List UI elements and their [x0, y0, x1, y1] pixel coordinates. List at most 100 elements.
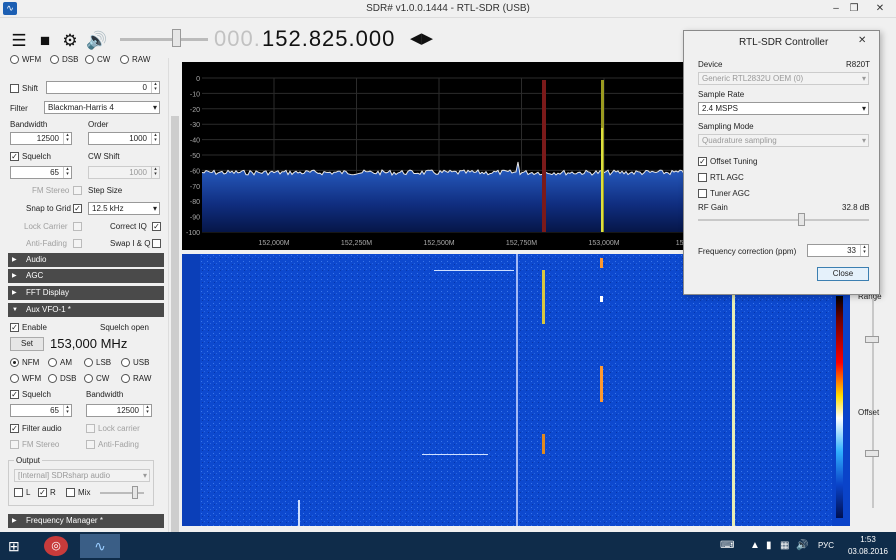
aux-mode-cw-radio[interactable]	[84, 374, 93, 383]
range-slider-track[interactable]	[872, 298, 874, 508]
rtl-agc-checkbox[interactable]	[698, 173, 707, 182]
minimize-icon[interactable]: –	[826, 2, 846, 16]
step-size-select[interactable]: 12.5 kHz	[88, 202, 160, 215]
section-frequency-manager[interactable]: Frequency Manager *	[8, 514, 164, 528]
aux-fm-stereo-checkbox[interactable]	[10, 440, 19, 449]
aux-frequency: 153,000 MHz	[50, 336, 128, 351]
left-panel-scrollbar-thumb[interactable]	[171, 116, 179, 556]
mode-raw-label: RAW	[132, 55, 151, 64]
section-agc[interactable]: AGC	[8, 269, 164, 283]
sample-rate-select[interactable]: 2.4 MSPS	[698, 102, 869, 115]
speaker-icon[interactable]: 🔊	[86, 32, 107, 50]
lock-carrier-checkbox[interactable]	[73, 222, 82, 231]
output-l-checkbox[interactable]	[14, 488, 23, 497]
restore-icon[interactable]: ❐	[844, 2, 864, 16]
waterfall-burst	[434, 270, 514, 271]
cw-shift-input[interactable]: 1000 ▴ ▾	[88, 166, 160, 179]
aux-set-button[interactable]: Set	[10, 337, 44, 351]
order-label: Order	[88, 120, 109, 129]
spectrum-y-tick-label: -60	[190, 168, 200, 175]
gear-icon[interactable]: ⚙	[61, 32, 79, 50]
swap-iq-checkbox[interactable]	[152, 239, 161, 248]
left-panel: WFM DSB CW RAW Shift 0 ▴ ▾ Filter Blackman…	[0, 55, 168, 532]
anti-fading-checkbox[interactable]	[73, 239, 82, 248]
tray-up-icon[interactable]: ▲	[750, 540, 760, 551]
aux-enable-label: Enable	[22, 323, 47, 332]
squelch-label: Squelch	[22, 152, 51, 161]
aux-mode-dsb-radio[interactable]	[48, 374, 57, 383]
sampling-mode-select[interactable]: Quadrature sampling	[698, 134, 869, 147]
aux-mode-am-radio[interactable]	[48, 358, 57, 367]
aux-enable-checkbox[interactable]: ✓	[10, 323, 19, 332]
frequency-prefix[interactable]: 000.	[214, 26, 261, 52]
taskbar-sdrsharp-icon[interactable]: ∿	[80, 534, 120, 558]
output-device-select[interactable]: [Internal] SDRsharp audio	[14, 469, 150, 482]
sample-rate-label: Sample Rate	[698, 90, 745, 99]
filter-select[interactable]: Blackman-Harris 4	[44, 101, 160, 114]
range-slider-thumb[interactable]	[865, 336, 879, 343]
dialog-close-button[interactable]: Close	[817, 267, 869, 281]
aux-mode-raw-radio[interactable]	[121, 374, 130, 383]
shift-input[interactable]: 0 ▴ ▾	[46, 81, 160, 94]
left-panel-scrollbar[interactable]	[168, 58, 180, 556]
rf-gain-label: RF Gain	[698, 203, 728, 212]
close-icon[interactable]: ✕	[870, 2, 890, 16]
squelch-input[interactable]: 65 ▴ ▾	[10, 166, 72, 179]
mode-dsb-radio[interactable]	[50, 55, 59, 64]
rf-gain-slider-track[interactable]	[698, 219, 869, 221]
aux-squelch-input[interactable]: 65 ▴ ▾	[10, 404, 72, 417]
spectrum-x-tick-label: 152,000M	[258, 240, 289, 247]
snap-to-grid-checkbox[interactable]: ✓	[73, 204, 82, 213]
fm-stereo-checkbox[interactable]	[73, 186, 82, 195]
aux-mode-wfm-radio[interactable]	[10, 374, 19, 383]
output-mix-checkbox[interactable]	[66, 488, 75, 497]
order-input[interactable]: 1000 ▴ ▾	[88, 132, 160, 145]
aux-mode-nfm-radio[interactable]	[10, 358, 19, 367]
section-audio[interactable]: Audio	[8, 253, 164, 267]
aux-mode-lsb-radio[interactable]	[84, 358, 93, 367]
dialog-close-icon[interactable]: ✕	[858, 35, 866, 46]
windows-start-icon[interactable]: ⊞	[8, 538, 24, 554]
aux-bandwidth-label: Bandwidth	[86, 390, 124, 399]
volume-slider-track[interactable]	[120, 38, 208, 41]
mode-wfm-radio[interactable]	[10, 55, 19, 64]
stop-icon[interactable]: ■	[36, 32, 54, 50]
shift-checkbox[interactable]	[10, 84, 19, 93]
volume-tray-icon[interactable]: 🔊	[796, 540, 808, 551]
offset-tuning-checkbox[interactable]: ✓	[698, 157, 707, 166]
frequency-correction-input[interactable]: 33 ▴ ▾	[807, 244, 869, 257]
clock-date[interactable]: 03.08.2016	[842, 547, 894, 556]
aux-anti-fading-checkbox[interactable]	[86, 440, 95, 449]
mode-cw-radio[interactable]	[85, 55, 94, 64]
menu-icon[interactable]: ☰	[10, 32, 28, 50]
bandwidth-input[interactable]: 12500 ▴ ▾	[10, 132, 72, 145]
spectrum-y-tick-label: -40	[190, 138, 200, 145]
keyboard-icon[interactable]: ⌨	[720, 540, 734, 551]
aux-filter-audio-checkbox[interactable]: ✓	[10, 424, 19, 433]
tuner-agc-checkbox[interactable]	[698, 189, 707, 198]
taskbar-app-icon[interactable]: ◎	[44, 536, 68, 556]
section-aux-vfo[interactable]: Aux VFO-1 *	[8, 303, 164, 317]
waterfall-burst	[298, 500, 300, 526]
main-vfo-marker[interactable]	[542, 80, 546, 232]
aux-lock-carrier-checkbox[interactable]	[86, 424, 95, 433]
aux-squelch-checkbox[interactable]: ✓	[10, 390, 19, 399]
device-select[interactable]: Generic RTL2832U OEM (0)	[698, 72, 869, 85]
section-fft-display[interactable]: FFT Display	[8, 286, 164, 300]
language-indicator[interactable]: РУС	[818, 541, 834, 550]
frequency-step-arrows[interactable]: ◀▶	[410, 29, 433, 47]
squelch-checkbox[interactable]: ✓	[10, 152, 19, 161]
volume-slider-thumb[interactable]	[172, 29, 181, 47]
offset-slider-thumb[interactable]	[865, 450, 879, 457]
mix-slider-thumb[interactable]	[132, 486, 138, 499]
battery-icon[interactable]: ▮	[766, 540, 772, 551]
aux-bandwidth-input[interactable]: 12500 ▴ ▾	[86, 404, 152, 417]
output-r-checkbox[interactable]: ✓	[38, 488, 47, 497]
frequency-display[interactable]: 152.825.000	[262, 26, 395, 52]
mode-raw-radio[interactable]	[120, 55, 129, 64]
aux-mode-usb-radio[interactable]	[121, 358, 130, 367]
correct-iq-checkbox[interactable]: ✓	[152, 222, 161, 231]
clock-time[interactable]: 1:53	[848, 535, 888, 544]
rf-gain-slider-thumb[interactable]	[798, 213, 805, 226]
network-icon[interactable]: ▦	[780, 540, 789, 551]
